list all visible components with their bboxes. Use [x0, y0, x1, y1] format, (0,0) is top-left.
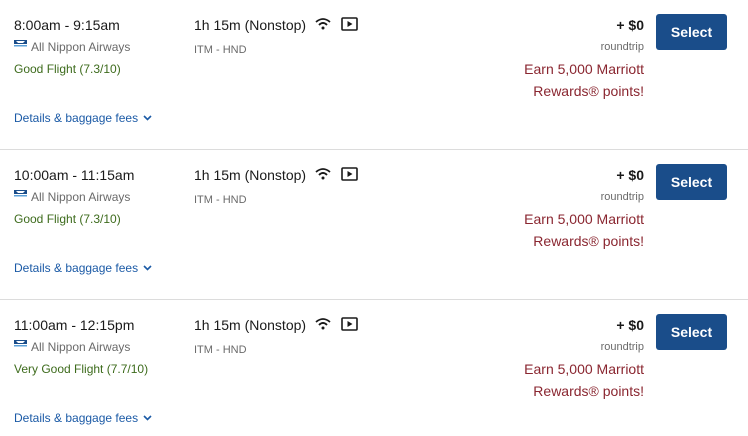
airline: All Nippon Airways — [14, 40, 130, 54]
rewards-promo-line2: Rewards® points! — [533, 383, 644, 399]
rewards-promo-line1: Earn 5,000 Marriott — [524, 361, 644, 377]
flight-times: 8:00am - 9:15am — [14, 17, 120, 33]
amenities — [315, 17, 358, 31]
flight-results-list: 8:00am - 9:15am All Nippon Airways Good … — [0, 0, 748, 436]
rewards-promo-line1: Earn 5,000 Marriott — [524, 211, 644, 227]
details-baggage-label: Details & baggage fees — [14, 261, 139, 275]
wifi-icon — [315, 18, 331, 30]
amenities — [315, 317, 358, 331]
flight-route: ITM - HND — [194, 44, 247, 56]
details-baggage-label: Details & baggage fees — [14, 111, 139, 125]
flight-result-row: 8:00am - 9:15am All Nippon Airways Good … — [0, 0, 748, 150]
rewards-promo: Earn 5,000 Marriott Rewards® points! — [524, 358, 644, 402]
rewards-promo-line1: Earn 5,000 Marriott — [524, 61, 644, 77]
details-baggage-link[interactable]: Details & baggage fees — [14, 111, 152, 125]
price-difference: + $0 — [616, 317, 644, 333]
trip-type: roundtrip — [600, 41, 644, 53]
select-button[interactable]: Select — [656, 14, 727, 50]
rewards-promo-line2: Rewards® points! — [533, 233, 644, 249]
flight-result-row: 10:00am - 11:15am All Nippon Airways Goo… — [0, 150, 748, 300]
flight-duration: 1h 15m (Nonstop) — [194, 167, 307, 183]
video-icon — [341, 17, 358, 31]
rewards-promo: Earn 5,000 Marriott Rewards® points! — [524, 208, 644, 252]
video-icon — [341, 317, 358, 331]
rewards-promo-line2: Rewards® points! — [533, 83, 644, 99]
chevron-down-icon — [143, 265, 152, 271]
airline: All Nippon Airways — [14, 190, 130, 204]
chevron-down-icon — [143, 115, 152, 121]
chevron-down-icon — [143, 415, 152, 421]
details-baggage-link[interactable]: Details & baggage fees — [14, 411, 152, 425]
flight-duration: 1h 15m (Nonstop) — [194, 317, 307, 333]
price-difference: + $0 — [616, 167, 644, 183]
ana-logo-icon — [14, 340, 27, 347]
video-icon — [341, 167, 358, 181]
flight-duration: 1h 15m (Nonstop) — [194, 17, 307, 33]
flight-rating: Very Good Flight (7.7/10) — [14, 362, 149, 376]
airline-name: All Nippon Airways — [31, 340, 131, 354]
flight-route: ITM - HND — [194, 344, 247, 356]
trip-type: roundtrip — [600, 341, 644, 353]
amenities — [315, 167, 358, 181]
flight-rating: Good Flight (7.3/10) — [14, 62, 121, 76]
airline-name: All Nippon Airways — [31, 40, 131, 54]
flight-rating: Good Flight (7.3/10) — [14, 212, 121, 226]
airline: All Nippon Airways — [14, 340, 130, 354]
wifi-icon — [315, 318, 331, 330]
price-difference: + $0 — [616, 17, 644, 33]
flight-result-row: 11:00am - 12:15pm All Nippon Airways Ver… — [0, 300, 748, 436]
details-baggage-label: Details & baggage fees — [14, 411, 139, 425]
ana-logo-icon — [14, 40, 27, 47]
ana-logo-icon — [14, 190, 27, 197]
airline-name: All Nippon Airways — [31, 190, 131, 204]
trip-type: roundtrip — [600, 191, 644, 203]
flight-route: ITM - HND — [194, 194, 247, 206]
flight-times: 11:00am - 12:15pm — [14, 317, 135, 333]
select-button[interactable]: Select — [656, 164, 727, 200]
flight-times: 10:00am - 11:15am — [14, 167, 135, 183]
details-baggage-link[interactable]: Details & baggage fees — [14, 261, 152, 275]
wifi-icon — [315, 168, 331, 180]
rewards-promo: Earn 5,000 Marriott Rewards® points! — [524, 58, 644, 102]
select-button[interactable]: Select — [656, 314, 727, 350]
